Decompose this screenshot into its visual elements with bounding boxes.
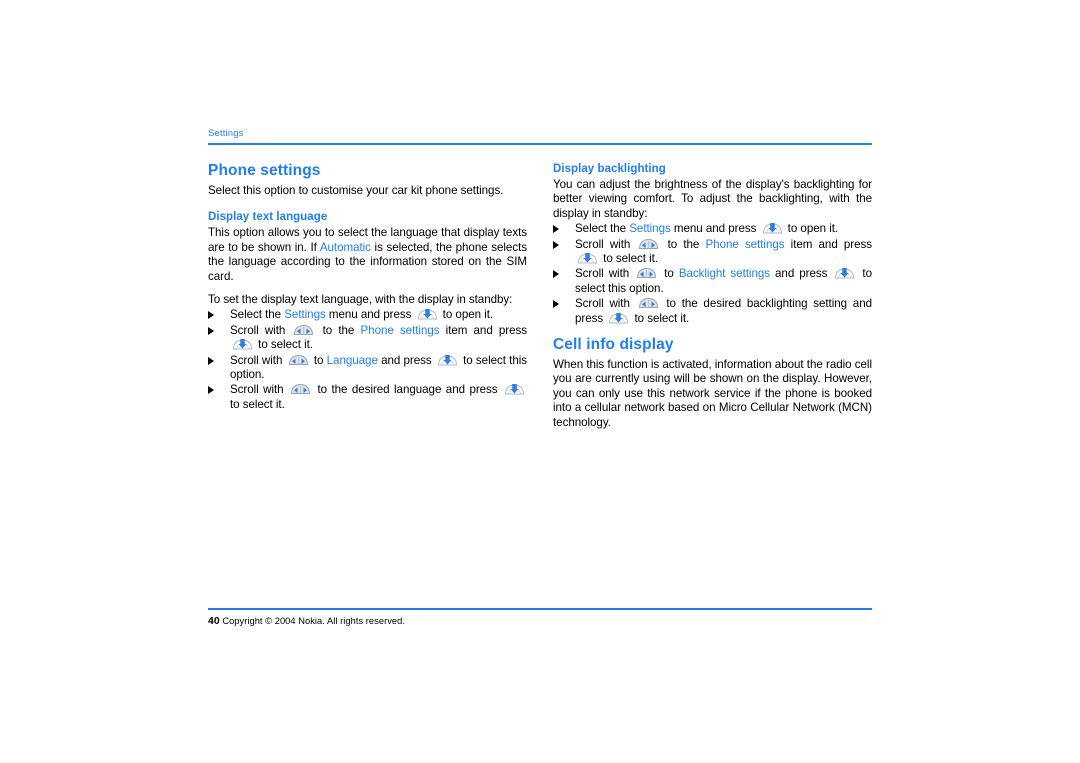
select-key-icon: [762, 222, 783, 235]
text-run: menu and press: [325, 308, 415, 322]
inline-term-automatic: Automatic: [319, 240, 371, 254]
triangle-bullet-icon: [208, 326, 214, 335]
page-footer: 40 Copyright © 2004 Nokia. All rights re…: [208, 608, 872, 628]
running-header: Settings: [208, 128, 244, 139]
scroll-key-icon: [293, 324, 314, 337]
inline-term-settings: Settings: [284, 308, 326, 322]
list-item: Scroll with to the desired backlighting …: [553, 297, 872, 326]
triangle-bullet-icon: [553, 240, 559, 249]
inline-term-phone-settings: Phone settings: [360, 323, 440, 337]
text-run: Select the: [230, 308, 285, 322]
text-run: Scroll with: [575, 267, 635, 281]
footer-text: 40 Copyright © 2004 Nokia. All rights re…: [208, 615, 872, 628]
triangle-bullet-icon: [553, 270, 559, 279]
triangle-bullet-icon: [208, 386, 214, 395]
document-page: Settings Phone settings Select this opti…: [0, 0, 1080, 763]
list-item: Scroll with to the Phone settings item a…: [208, 324, 527, 353]
list-item: Scroll with to the Phone settings item a…: [553, 238, 872, 267]
inline-term-phone-settings: Phone settings: [705, 237, 785, 251]
text-run: to the: [316, 323, 361, 337]
text-run: to the desired language and press: [313, 383, 502, 397]
right-column: Display backlighting You can adjust the …: [553, 162, 872, 430]
list-item: Select the Settings menu and press to op…: [208, 308, 527, 322]
scroll-key-icon: [638, 238, 659, 251]
select-key-icon: [504, 383, 525, 396]
select-key-icon: [437, 354, 458, 367]
scroll-key-icon: [636, 267, 657, 280]
step-list-display-backlighting: Select the Settings menu and press to op…: [553, 222, 872, 326]
list-item: Select the Settings menu and press to op…: [553, 222, 872, 236]
two-column-body: Phone settings Select this option to cus…: [208, 162, 872, 430]
scroll-key-icon: [290, 383, 311, 396]
select-key-icon: [417, 308, 438, 321]
text-run: to: [659, 267, 679, 281]
section-heading-display-backlighting: Display backlighting: [553, 163, 666, 175]
text-run: and press: [770, 267, 833, 281]
triangle-bullet-icon: [208, 311, 214, 320]
page-number: 40: [208, 616, 220, 627]
select-key-icon: [577, 252, 598, 265]
section-paragraph-1: This option allows you to select the lan…: [208, 226, 527, 284]
text-run: to select it.: [230, 397, 285, 411]
text-run: to open it.: [784, 222, 839, 236]
inline-term-backlight-settings: Backlight settings: [678, 267, 770, 281]
text-run: Scroll with: [230, 383, 289, 397]
select-key-icon: [608, 312, 629, 325]
chapter-title: Phone settings: [208, 162, 321, 179]
text-run: item and press: [439, 323, 527, 337]
cell-info-paragraph: When this function is activated, informa…: [553, 358, 872, 429]
section-paragraph-2: To set the display text language, with t…: [208, 293, 513, 307]
chapter-intro: Select this option to customise your car…: [208, 184, 504, 197]
step-list-display-text-language: Select the Settings menu and press to op…: [208, 308, 527, 412]
text-run: Select the: [575, 222, 630, 236]
select-key-icon: [232, 338, 253, 351]
triangle-bullet-icon: [208, 356, 214, 365]
scroll-key-icon: [638, 297, 659, 310]
triangle-bullet-icon: [553, 225, 559, 234]
inline-term-settings: Settings: [629, 222, 671, 236]
text-run: to select it.: [631, 311, 690, 325]
text-run: Scroll with: [575, 297, 636, 311]
scroll-key-icon: [288, 354, 309, 367]
footer-rule: [208, 608, 872, 610]
text-run: and press: [377, 353, 435, 367]
text-run: to the: [661, 237, 706, 251]
text-run: to open it.: [439, 308, 494, 322]
text-run: menu and press: [670, 222, 760, 236]
text-run: to: [310, 353, 327, 367]
inline-term-language: Language: [326, 353, 378, 367]
copyright-notice: Copyright © 2004 Nokia. All rights reser…: [222, 616, 405, 626]
left-column: Phone settings Select this option to cus…: [208, 162, 527, 413]
text-run: to select it.: [255, 338, 313, 352]
list-item: Scroll with to Language and press to sel…: [208, 354, 527, 383]
text-run: to select it.: [600, 252, 658, 266]
section-heading-cell-info-display: Cell info display: [553, 336, 674, 354]
backlighting-paragraph: You can adjust the brightness of the dis…: [553, 178, 872, 220]
triangle-bullet-icon: [553, 300, 559, 309]
text-run: item and press: [784, 237, 872, 251]
list-item: Scroll with to Backlight settings and pr…: [553, 267, 872, 296]
header-rule: [208, 143, 872, 145]
text-run: Scroll with: [230, 323, 292, 337]
list-item: Scroll with to the desired language and …: [208, 383, 527, 412]
section-heading-display-text-language: Display text language: [208, 211, 328, 224]
text-run: Scroll with: [575, 237, 637, 251]
select-key-icon: [834, 267, 855, 280]
text-run: Scroll with: [230, 353, 286, 367]
page-content: Settings Phone settings Select this opti…: [208, 128, 872, 430]
